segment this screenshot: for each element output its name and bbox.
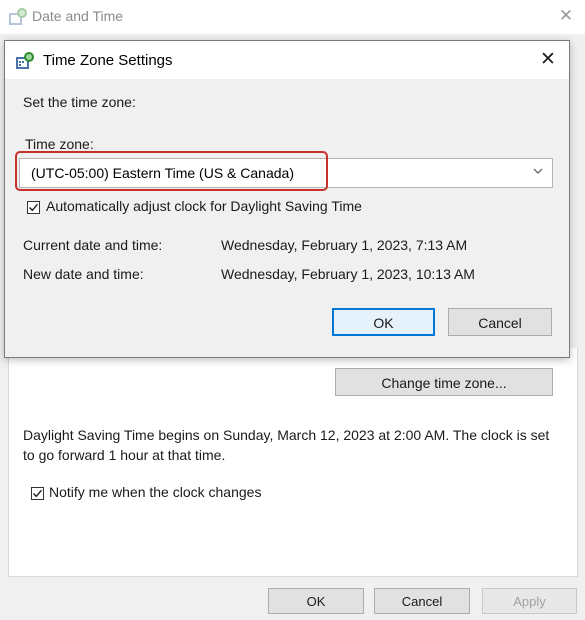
time-zone-label: Time zone: — [25, 136, 94, 152]
dialog-ok-button[interactable]: OK — [332, 308, 435, 336]
outer-cancel-button[interactable]: Cancel — [374, 588, 470, 614]
dialog-titlebar: Time Zone Settings ✕ — [5, 41, 569, 79]
time-zone-highlight-box — [15, 151, 328, 191]
new-date-time-value: Wednesday, February 1, 2023, 10:13 AM — [221, 266, 475, 282]
new-date-time-label: New date and time: — [23, 266, 144, 282]
dst-info-text: Daylight Saving Time begins on Sunday, M… — [23, 427, 550, 463]
change-time-zone-label: Change time zone... — [381, 375, 507, 391]
apply-button[interactable]: Apply — [482, 588, 577, 614]
date-time-icon — [8, 7, 28, 27]
current-date-time-value: Wednesday, February 1, 2023, 7:13 AM — [221, 237, 468, 253]
auto-dst-label[interactable]: Automatically adjust clock for Daylight … — [46, 198, 362, 214]
dialog-title: Time Zone Settings — [43, 52, 173, 69]
outer-titlebar: Date and Time ✕ — [0, 0, 585, 34]
dialog-close-button[interactable]: ✕ — [535, 47, 561, 73]
set-time-zone-label: Set the time zone: — [23, 94, 136, 110]
chevron-down-icon — [532, 165, 544, 180]
time-zone-settings-dialog: Time Zone Settings ✕ Set the time zone: … — [4, 40, 570, 358]
change-time-zone-button[interactable]: Change time zone... — [335, 368, 553, 396]
dialog-cancel-button[interactable]: Cancel — [448, 308, 552, 336]
date-time-icon — [15, 51, 35, 71]
outer-ok-button[interactable]: OK — [268, 588, 364, 614]
notify-label[interactable]: Notify me when the clock changes — [49, 484, 261, 500]
outer-close-button[interactable]: ✕ — [554, 4, 578, 28]
auto-dst-checkbox[interactable] — [27, 201, 40, 214]
current-date-time-label: Current date and time: — [23, 237, 163, 253]
outer-window-title: Date and Time — [32, 8, 124, 24]
notify-checkbox[interactable] — [31, 487, 44, 500]
